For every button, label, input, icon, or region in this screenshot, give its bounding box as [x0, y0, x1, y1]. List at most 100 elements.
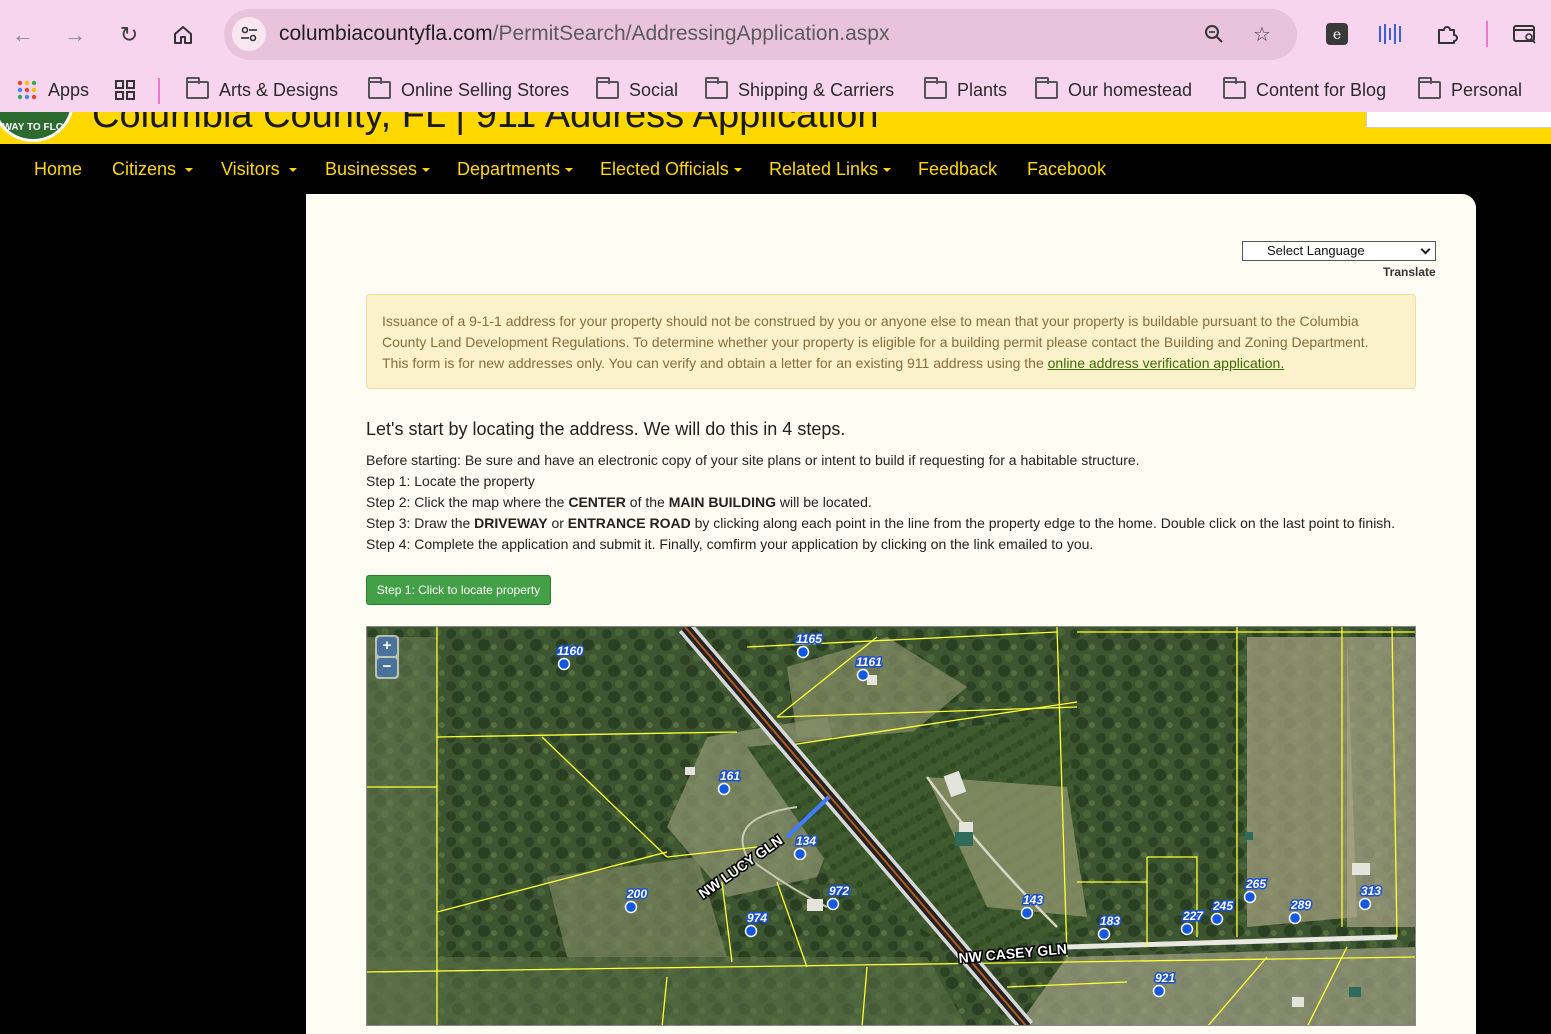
nav-facebook[interactable]: Facebook: [1027, 159, 1106, 180]
address-marker[interactable]: [826, 897, 840, 911]
bookmark-label: Personal: [1451, 79, 1523, 100]
address-number-label: 921: [1155, 971, 1175, 985]
tab-search-icon[interactable]: [1510, 19, 1540, 49]
address-number-label: 245: [1212, 899, 1233, 913]
address-marker[interactable]: [856, 668, 870, 682]
nav-departments[interactable]: Departments: [457, 159, 574, 180]
bookmark-folder-1[interactable]: Online Selling Stores: [368, 77, 569, 102]
site-header: WAY TO FLO Columbia County, FL | 911 Add…: [0, 112, 1551, 144]
intro-heading: Let's start by locating the address. We …: [366, 419, 846, 439]
nav-label: Citizens: [112, 159, 177, 179]
reload-icon[interactable]: ↻: [112, 18, 146, 52]
nav-feedback[interactable]: Feedback: [918, 159, 997, 180]
main-navigation: Home Citizens Visitors Businesses Depart…: [0, 144, 1551, 194]
bookmark-folder-5[interactable]: Our homestead: [1035, 77, 1192, 102]
address-number-label: 1165: [796, 632, 822, 646]
parcel-map[interactable]: NW LUCY GLN NW CASEY GLN 1160 1165 1161 161…: [366, 626, 1416, 1026]
bookmark-folder-4[interactable]: Plants: [924, 77, 1007, 102]
address-number-label: 143: [1023, 893, 1043, 907]
address-marker[interactable]: [793, 847, 807, 861]
step-4: Step 4: Complete the application and sub…: [366, 536, 1094, 552]
url-text[interactable]: columbiacountyfla.com/PermitSearch/Addre…: [279, 22, 889, 46]
folder-icon: [924, 77, 947, 99]
bookmark-folder-6[interactable]: Content for Blog: [1223, 77, 1387, 102]
caret-down-icon: [422, 168, 431, 173]
step-2: Step 2: Click the map where the CENTER o…: [366, 492, 1395, 513]
nav-related-links[interactable]: Related Links: [769, 159, 892, 180]
home-icon[interactable]: [166, 18, 200, 52]
caret-down-icon: [733, 168, 742, 173]
address-marker[interactable]: [1020, 906, 1034, 920]
address-bar[interactable]: columbiacountyfla.com/PermitSearch/Addre…: [224, 9, 1297, 60]
address-marker[interactable]: [624, 900, 638, 914]
address-marker[interactable]: [744, 924, 758, 938]
address-number-label: 265: [1245, 877, 1266, 891]
caret-down-icon: [185, 168, 194, 173]
step-emphasis: DRIVEWAY: [474, 515, 548, 531]
bookmark-folder-7[interactable]: Personal: [1418, 77, 1523, 102]
language-select[interactable]: Select Language: [1242, 241, 1436, 261]
extension-bars-icon[interactable]: [1376, 19, 1406, 49]
nav-elected-officials[interactable]: Elected Officials: [600, 159, 742, 180]
bookmarks-bar: Apps Arts & Designs Online Selling Store…: [0, 68, 1551, 112]
caret-down-icon: [288, 168, 297, 173]
address-marker[interactable]: [1210, 912, 1224, 926]
address-marker[interactable]: [1180, 922, 1194, 936]
site-search-input[interactable]: [1366, 112, 1551, 128]
address-number-label: 227: [1182, 909, 1204, 923]
nav-visitors[interactable]: Visitors: [221, 159, 297, 180]
bookmark-folder-0[interactable]: Arts & Designs: [186, 77, 338, 102]
forward-icon[interactable]: →: [58, 18, 92, 52]
tab-groups-icon[interactable]: [114, 78, 136, 102]
address-marker[interactable]: [717, 782, 731, 796]
address-marker[interactable]: [1288, 911, 1302, 925]
locate-property-button[interactable]: Step 1: Click to locate property: [366, 575, 551, 605]
nav-label: Feedback: [918, 159, 998, 179]
folder-icon: [186, 77, 209, 99]
site-info-icon[interactable]: [232, 17, 266, 51]
address-marker[interactable]: [796, 645, 810, 659]
bookmark-folder-2[interactable]: Social: [596, 77, 678, 102]
nav-citizens[interactable]: Citizens: [112, 159, 194, 180]
step-text: Step 3: Draw the: [366, 515, 475, 531]
notice-alert: Issuance of a 9-1-1 address for your pro…: [366, 294, 1416, 389]
zoom-out-button[interactable]: −: [377, 658, 397, 677]
svg-text:e: e: [1333, 27, 1341, 43]
notice-line: County Land Development Regulations. To …: [382, 334, 1369, 350]
bookmark-apps[interactable]: Apps: [16, 78, 89, 102]
bookmarks-separator: [158, 78, 160, 104]
step-text: or: [547, 515, 568, 531]
nav-label: Businesses: [325, 159, 418, 179]
steps-list: Before starting: Be sure and have an ele…: [366, 450, 1395, 555]
nav-businesses[interactable]: Businesses: [325, 159, 431, 180]
nav-label: Related Links: [769, 159, 879, 179]
bookmark-apps-label: Apps: [48, 79, 90, 100]
zoom-icon[interactable]: [1201, 21, 1227, 47]
back-icon[interactable]: ←: [6, 18, 40, 52]
bookmark-label: Content for Blog: [1256, 79, 1387, 100]
address-marker[interactable]: [1152, 984, 1166, 998]
toolbar-separator: [1486, 21, 1488, 47]
bookmark-folder-3[interactable]: Shipping & Carriers: [705, 77, 895, 102]
zoom-in-button[interactable]: +: [377, 637, 397, 656]
browser-toolbar: ← → ↻ columbiacountyfla.com/PermitSearch…: [0, 0, 1551, 68]
bookmark-label: Shipping & Carriers: [738, 79, 895, 100]
address-marker[interactable]: [1358, 897, 1372, 911]
address-marker[interactable]: [1097, 927, 1111, 941]
verification-link[interactable]: online address verification application.: [1048, 355, 1285, 371]
step-3: Step 3: Draw the DRIVEWAY or ENTRANCE RO…: [366, 513, 1395, 534]
nav-label: Elected Officials: [600, 159, 729, 179]
bookmark-star-icon[interactable]: ☆: [1249, 21, 1275, 47]
address-number-label: 1161: [856, 655, 882, 669]
map-canvas[interactable]: NW LUCY GLN NW CASEY GLN 116011651161161…: [367, 627, 1416, 1026]
address-number-label: 134: [796, 834, 816, 848]
address-marker[interactable]: [1243, 890, 1257, 904]
step-emphasis: MAIN BUILDING: [668, 494, 777, 510]
extension-e-icon[interactable]: e: [1322, 19, 1352, 49]
url-domain: columbiacountyfla.com: [279, 22, 493, 45]
county-seal-logo[interactable]: WAY TO FLO: [0, 112, 74, 142]
steps-before: Before starting: Be sure and have an ele…: [366, 452, 1140, 468]
nav-home[interactable]: Home: [34, 159, 82, 180]
address-marker[interactable]: [557, 657, 571, 671]
extensions-puzzle-icon[interactable]: [1432, 19, 1462, 49]
